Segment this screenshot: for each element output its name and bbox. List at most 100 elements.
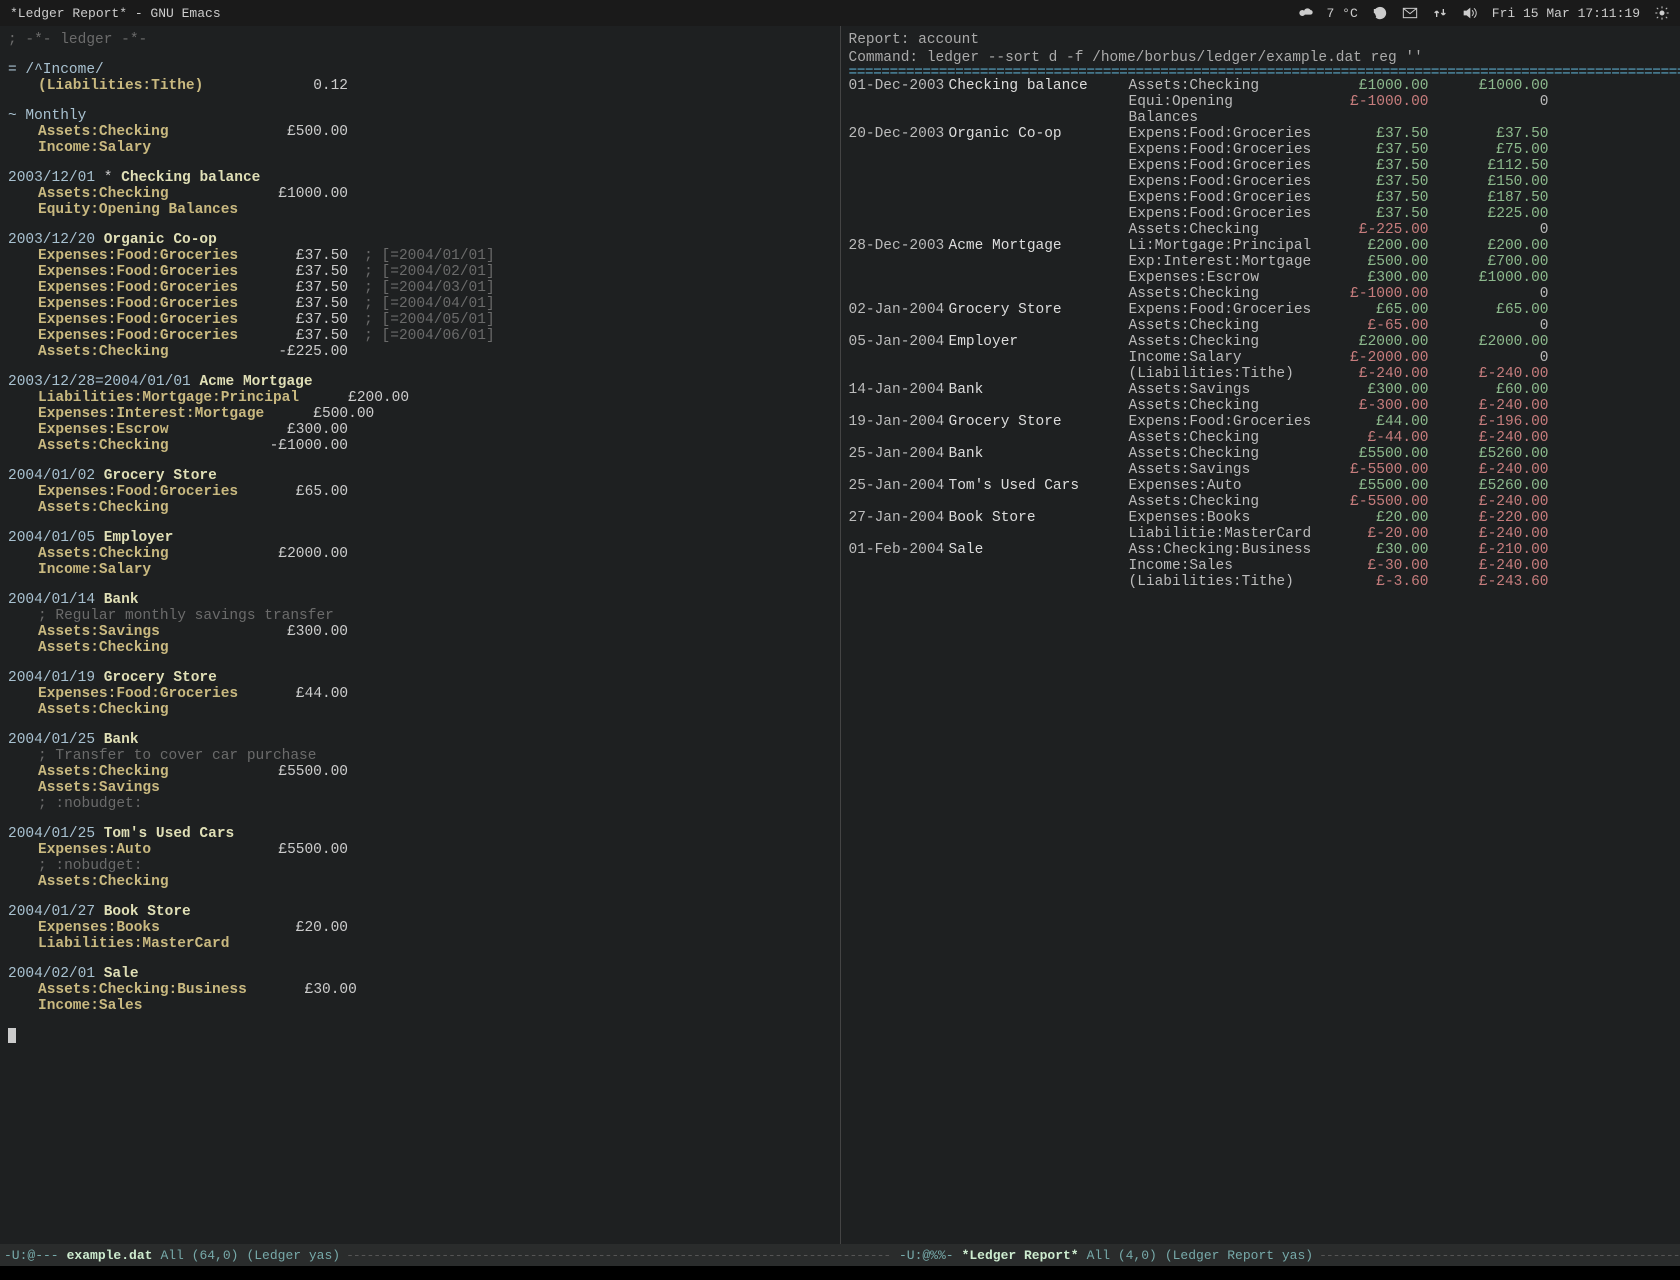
register-row: Expens:Food:Groceries£37.50£187.50 [849,190,1673,206]
emacs-frame: ; -*- ledger -*- = /^Income/ (Liabilities:… [0,26,1680,1244]
posting-line: Expenses:Auto£5500.00 [8,842,832,858]
posting-line: Liabilities:Mortgage:Principal£200.00 [8,390,832,406]
register-row: 28-Dec-2003Acme MortgageLi:Mortgage:Prin… [849,238,1673,254]
posting-line: Assets:Checking£2000.00 [8,546,832,562]
transaction-header: 2004/01/19 Grocery Store [8,670,832,686]
posting-line: Expenses:Interest:Mortgage£500.00 [8,406,832,422]
posting-line: Expenses:Food:Groceries£37.50; [=2004/01… [8,248,832,264]
register-row: Income:Sales£-30.00£-240.00 [849,558,1673,574]
posting-line: Assets:Savings [8,780,832,796]
register-row: (Liabilities:Tithe)£-240.00£-240.00 [849,366,1673,382]
register-row: Expens:Food:Groceries£37.50£112.50 [849,158,1673,174]
transaction-header: 2004/01/05 Employer [8,530,832,546]
posting-line: Expenses:Food:Groceries£37.50; [=2004/06… [8,328,832,344]
posting-line: Assets:Savings£300.00 [8,624,832,640]
register-row: Income:Salary£-2000.000 [849,350,1673,366]
posting-line: Assets:Checking:Business£30.00 [8,982,832,998]
posting-line: Income:Salary [8,562,832,578]
register-row: 27-Jan-2004Book StoreExpenses:Books£20.0… [849,510,1673,526]
transaction-header: 2004/01/14 Bank [8,592,832,608]
system-tray: 7 °C Fri 15 Mar 17:11:19 [1297,5,1670,21]
register-row: Assets:Checking£-300.00£-240.00 [849,398,1673,414]
posting-line: Expenses:Food:Groceries£37.50; [=2004/05… [8,312,832,328]
register-row: Assets:Checking£-225.000 [849,222,1673,238]
modeline-position: All (64,0) [160,1248,238,1263]
right-buffer[interactable]: Report: accountCommand: ledger --sort d … [841,26,1680,1244]
text-cursor [8,1028,16,1043]
register-row: Assets:Savings£-5500.00£-240.00 [849,462,1673,478]
refresh-icon[interactable] [1372,5,1388,21]
register-row: (Liabilities:Tithe)£-3.60£-243.60 [849,574,1673,590]
register-row: 02-Jan-2004Grocery StoreExpens:Food:Groc… [849,302,1673,318]
modeline-buffer-name: example.dat [67,1248,153,1263]
modeline-position: All (4,0) [1087,1248,1157,1263]
register-row: Expens:Food:Groceries£37.50£75.00 [849,142,1673,158]
posting-line: Assets:Checking£5500.00 [8,764,832,780]
register-row: Assets:Checking£-5500.00£-240.00 [849,494,1673,510]
register-row: 20-Dec-2003Organic Co-opExpens:Food:Groc… [849,126,1673,142]
transaction-comment: ; Regular monthly savings transfer [8,608,832,624]
report-separator: ========================================… [849,68,1673,78]
register-row: 01-Feb-2004SaleAss:Checking:Business£30.… [849,542,1673,558]
register-row: Expens:Food:Groceries£37.50£225.00 [849,206,1673,222]
posting-line: Liabilities:MasterCard [8,936,832,952]
register-row: Liabilitie:MasterCard£-20.00£-240.00 [849,526,1673,542]
modeline-left[interactable]: -U:@--- example.dat All (64,0) (Ledger y… [0,1244,895,1266]
transaction-header: 2004/01/02 Grocery Store [8,468,832,484]
posting-line: Expenses:Escrow£300.00 [8,422,832,438]
register-row: Assets:Checking£-65.000 [849,318,1673,334]
transaction-header: 2003/12/01 * Checking balance [8,170,832,186]
left-buffer[interactable]: ; -*- ledger -*-= /^Income/(Liabilities:… [0,26,840,1244]
settings-gear-icon[interactable] [1654,5,1670,21]
register-row: 25-Jan-2004BankAssets:Checking£5500.00£5… [849,446,1673,462]
posting-line: Assets:Checking£1000.00 [8,186,832,202]
transaction-header: 2004/01/25 Tom's Used Cars [8,826,832,842]
periodic-entry: ~ Monthly [8,108,832,124]
modeline-right[interactable]: -U:@%%- *Ledger Report* All (4,0) (Ledge… [895,1244,1680,1266]
register-row: Equi:Opening Balances£-1000.000 [849,94,1673,126]
automated-rule: = /^Income/ [8,62,832,78]
posting-comment: ; :nobudget: [8,796,832,812]
posting-line: Assets:Checking [8,640,832,656]
posting-line: Assets:Checking-£1000.00 [8,438,832,454]
posting-line: Income:Sales [8,998,832,1014]
posting-line: Equity:Opening Balances [8,202,832,218]
posting-line: Assets:Checking-£225.00 [8,344,832,360]
posting-line: Income:Salary [8,140,832,156]
posting-line: Assets:Checking [8,874,832,890]
register-row: Assets:Checking£-1000.000 [849,286,1673,302]
mail-icon[interactable] [1402,5,1418,21]
weather-temp: 7 °C [1327,6,1358,21]
posting-line: Expenses:Food:Groceries£44.00 [8,686,832,702]
modeline-status: -U:@--- [4,1248,59,1263]
posting-line: Expenses:Food:Groceries£37.50; [=2004/04… [8,296,832,312]
register-row: Assets:Checking£-44.00£-240.00 [849,430,1673,446]
posting-line: Assets:Checking [8,702,832,718]
modeline-mode: (Ledger yas) [246,1248,340,1263]
register-row: Expenses:Escrow£300.00£1000.00 [849,270,1673,286]
register-row: 05-Jan-2004EmployerAssets:Checking£2000.… [849,334,1673,350]
window-title: *Ledger Report* - GNU Emacs [10,6,1297,21]
posting-line: Expenses:Food:Groceries£65.00 [8,484,832,500]
posting-line: Expenses:Books£20.00 [8,920,832,936]
report-name: Report: account [849,32,1673,50]
modeline-status: -U:@%%- [899,1248,954,1263]
file-local-vars: ; -*- ledger -*- [8,32,832,48]
transaction-header: 2003/12/20 Organic Co-op [8,232,832,248]
transaction-header: 2004/01/27 Book Store [8,904,832,920]
register-row: Expens:Food:Groceries£37.50£150.00 [849,174,1673,190]
volume-icon[interactable] [1462,5,1478,21]
posting-comment: ; :nobudget: [8,858,832,874]
register-row: Exp:Interest:Mortgage£500.00£700.00 [849,254,1673,270]
network-icon[interactable] [1432,5,1448,21]
posting-line: Expenses:Food:Groceries£37.50; [=2004/02… [8,264,832,280]
posting-line: Assets:Checking£500.00 [8,124,832,140]
transaction-header: 2004/02/01 Sale [8,966,832,982]
modeline-fill: ----------------------------------------… [340,1248,891,1263]
desktop-top-panel: *Ledger Report* - GNU Emacs 7 °C Fri 15 … [0,0,1680,26]
weather-icon[interactable] [1297,5,1313,21]
transaction-comment: ; Transfer to cover car purchase [8,748,832,764]
transaction-header: 2004/01/25 Bank [8,732,832,748]
register-row: 14-Jan-2004BankAssets:Savings£300.00£60.… [849,382,1673,398]
clock: Fri 15 Mar 17:11:19 [1492,6,1640,21]
